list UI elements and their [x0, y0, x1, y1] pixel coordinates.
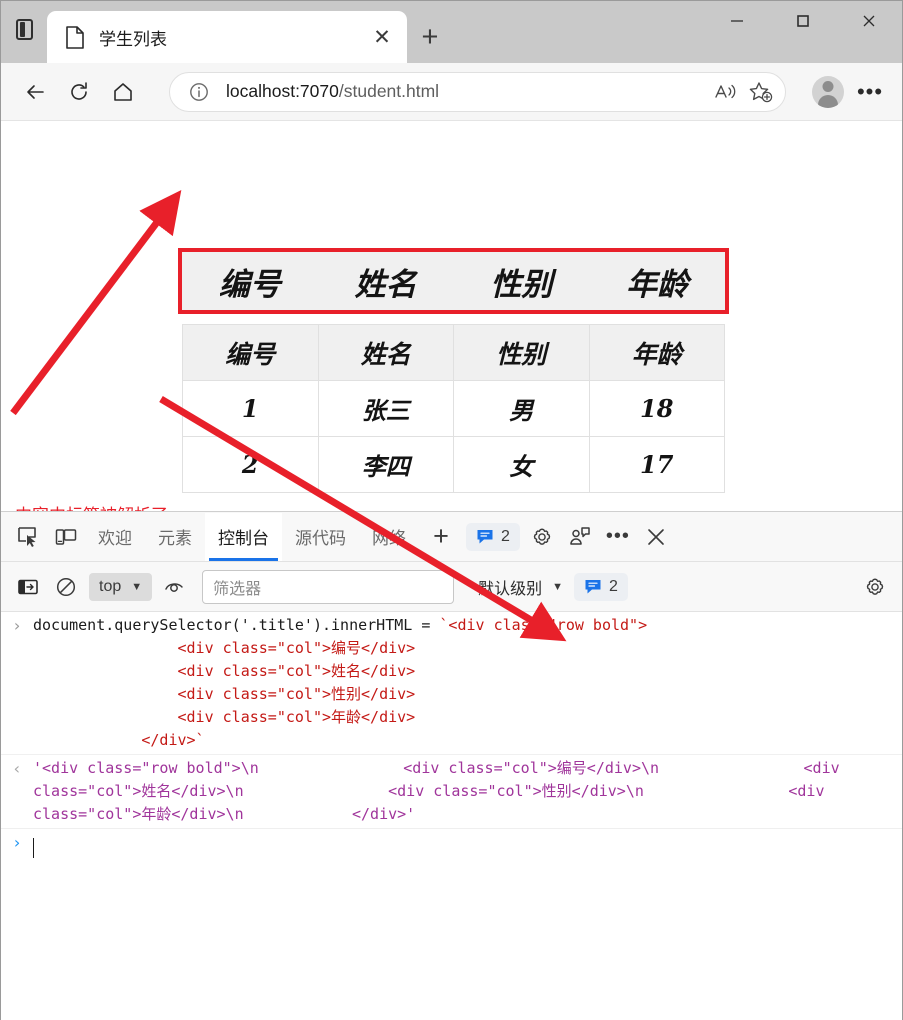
- console-filter-placeholder: 筛选器: [213, 580, 262, 598]
- page-viewport: 编号 姓名 性别 年龄 编号 姓名 性别 年龄 1 张三 男 18 2 李四 女: [1, 121, 902, 511]
- devtools-close-button[interactable]: [637, 518, 675, 556]
- navigation-bar: localhost:7070/student.html •••: [1, 63, 902, 121]
- log-level-value: 默认级别: [478, 580, 543, 598]
- browser-settings-more-button[interactable]: •••: [850, 72, 890, 112]
- console-input-entry: › document.querySelector('.title').inner…: [1, 612, 902, 755]
- live-expression-icon[interactable]: [156, 568, 194, 606]
- site-info-icon[interactable]: [186, 79, 212, 105]
- browser-tab[interactable]: 学生列表 ✕: [47, 11, 407, 63]
- title-col-0: 编号: [218, 266, 281, 303]
- close-window-button[interactable]: [836, 1, 902, 41]
- device-toolbar-icon[interactable]: [47, 518, 85, 556]
- devtools-tab-console[interactable]: 控制台: [205, 512, 282, 561]
- text-cursor: [33, 838, 34, 858]
- parsed-title-row: 编号 姓名 性别 年龄: [178, 248, 729, 314]
- console-prompt-gutter-icon: ›: [12, 833, 22, 852]
- table-row: 1 张三 男 18: [182, 380, 725, 437]
- devtools-tab-elements[interactable]: 元素: [145, 513, 205, 561]
- console-input-prefix: document.querySelector('.title').innerHT…: [33, 616, 440, 634]
- url-host: localhost:7070: [226, 81, 339, 101]
- chevron-down-icon: ▼: [552, 580, 564, 593]
- console-output-entry: ‹ '<div class="row bold">\n <div class="…: [1, 755, 902, 829]
- profile-avatar-icon[interactable]: [812, 75, 844, 108]
- title-col-1: 姓名: [354, 266, 417, 303]
- maximize-button[interactable]: [770, 1, 836, 41]
- console-output-value: '<div class="row bold">\n <div class="co…: [33, 759, 849, 823]
- inspect-element-icon[interactable]: [9, 518, 47, 556]
- gear-icon[interactable]: [523, 518, 561, 556]
- table-cell: 男: [453, 380, 590, 437]
- table-cell: 17: [588, 436, 725, 493]
- message-count: 2: [501, 527, 510, 545]
- title-col-2: 性别: [490, 266, 553, 303]
- console-context-value: top: [99, 577, 122, 595]
- tab-close-button[interactable]: ✕: [367, 22, 397, 52]
- console-prompt-row[interactable]: ›: [1, 829, 902, 867]
- new-tab-button[interactable]: +: [407, 14, 453, 60]
- message-bubble-icon: [477, 529, 493, 543]
- filter-message-count: 2: [609, 577, 618, 595]
- tab-search-button[interactable]: [1, 1, 47, 63]
- clear-console-icon[interactable]: [47, 568, 85, 606]
- address-bar[interactable]: localhost:7070/student.html: [169, 71, 786, 112]
- table-header-cell: 编号: [182, 324, 319, 381]
- tab-search-icon: [15, 18, 33, 40]
- console-filter-bar: top ▼ 筛选器 默认级别 ▼ 2: [1, 562, 902, 612]
- devtools-toolbar: 欢迎 元素 控制台 源代码 网络 + 2 •••: [1, 512, 902, 562]
- read-aloud-icon[interactable]: [707, 76, 743, 108]
- gear-icon[interactable]: [856, 568, 894, 606]
- table-cell: 18: [588, 380, 725, 437]
- url-path: /student.html: [338, 81, 440, 101]
- add-favorite-star-icon[interactable]: [743, 76, 779, 108]
- table-cell: 张三: [317, 380, 454, 437]
- feedback-icon[interactable]: [561, 518, 599, 556]
- address-bar-url: localhost:7070/student.html: [226, 81, 707, 102]
- chevron-down-icon: ▼: [131, 580, 143, 593]
- back-button[interactable]: [13, 70, 57, 114]
- devtools-tab-welcome[interactable]: 欢迎: [85, 513, 145, 561]
- console-sidebar-icon[interactable]: [9, 568, 47, 606]
- annotation-label: 内容中标签被解析了: [15, 501, 168, 511]
- browser-window: 学生列表 ✕ + localhost:7070/student.html •••…: [0, 0, 903, 1020]
- table-header-cell: 年龄: [588, 324, 725, 381]
- console-filter-input[interactable]: 筛选器: [202, 569, 455, 604]
- devtools-more-button[interactable]: •••: [599, 518, 637, 556]
- table-header-cell: 姓名: [317, 324, 454, 381]
- filter-message-count-badge[interactable]: 2: [574, 572, 628, 601]
- devtools-tab-network[interactable]: 网络: [359, 513, 419, 561]
- table-cell: 女: [453, 436, 590, 493]
- student-table: 编号 姓名 性别 年龄 1 张三 男 18 2 李四 女 17: [182, 324, 725, 493]
- reload-button[interactable]: [57, 70, 101, 114]
- console-input-html: `<div class="row bold"> <div class="col"…: [141, 616, 648, 749]
- table-row: 2 李四 女 17: [182, 436, 725, 493]
- window-controls: [704, 1, 902, 63]
- table-cell: 李四: [317, 436, 454, 493]
- document-icon: [65, 26, 85, 49]
- console-input-code: document.querySelector('.title').innerHT…: [33, 614, 902, 752]
- title-bar: 学生列表 ✕ +: [1, 1, 902, 63]
- minimize-button[interactable]: [704, 1, 770, 41]
- devtools-tab-sources[interactable]: 源代码: [282, 513, 359, 561]
- table-header-row: 编号 姓名 性别 年龄: [182, 324, 725, 381]
- devtools-panel: 欢迎 元素 控制台 源代码 网络 + 2 ••• top ▼ 筛选器 默认级别 …: [1, 511, 902, 1020]
- home-button[interactable]: [101, 70, 145, 114]
- table-cell: 1: [182, 380, 319, 437]
- console-output-gutter-icon: ‹: [12, 759, 22, 778]
- more-tools-button[interactable]: +: [419, 515, 463, 559]
- console-prompt-input[interactable]: [33, 831, 34, 865]
- table-header-cell: 性别: [453, 324, 590, 381]
- table-cell: 2: [182, 436, 319, 493]
- console-output-area[interactable]: › document.querySelector('.title').inner…: [1, 612, 902, 1020]
- message-bubble-icon: [585, 579, 601, 593]
- console-context-selector[interactable]: top ▼: [89, 572, 153, 601]
- message-count-badge[interactable]: 2: [466, 522, 520, 551]
- log-level-selector[interactable]: 默认级别 ▼: [470, 570, 571, 604]
- title-col-3: 年龄: [626, 266, 689, 303]
- console-input-gutter-icon: ›: [12, 616, 22, 635]
- tab-title: 学生列表: [99, 29, 167, 49]
